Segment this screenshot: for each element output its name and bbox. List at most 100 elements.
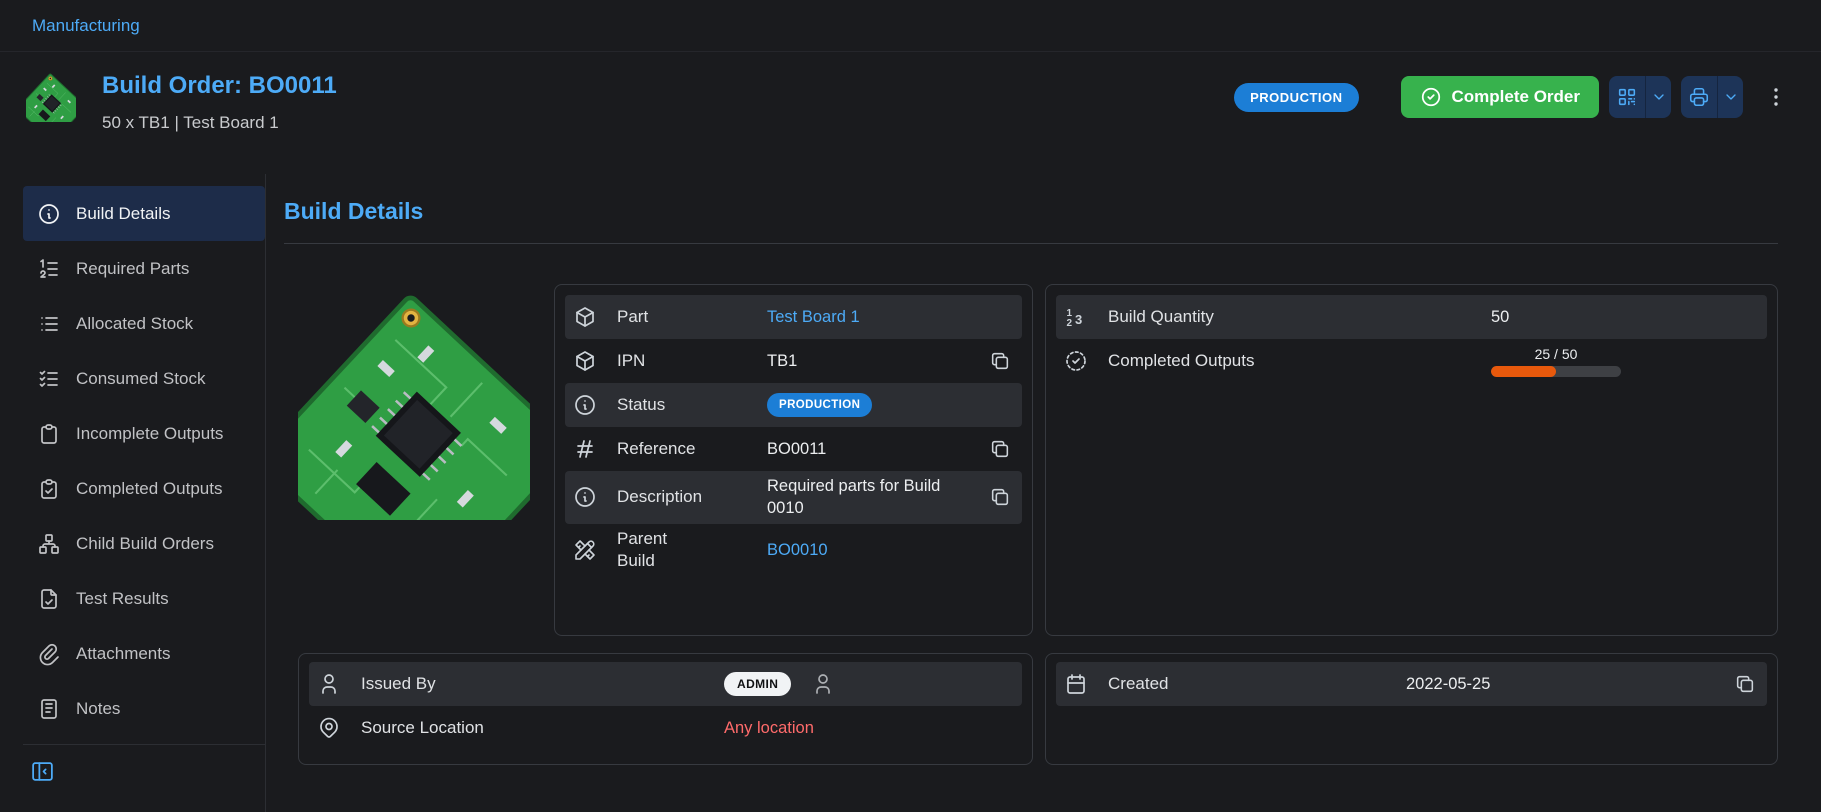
sidebar-item-child-build-orders[interactable]: Child Build Orders — [23, 516, 265, 571]
clipboard-icon — [37, 422, 61, 446]
calendar-icon — [1064, 672, 1088, 696]
part-image[interactable] — [298, 288, 530, 520]
sidebar-item-label: Completed Outputs — [76, 479, 222, 499]
detail-row-build-quantity: Build Quantity 50 — [1056, 295, 1767, 339]
part-details-section: Part Test Board 1 IPN TB1 Status PRODUCT… — [298, 284, 1033, 636]
completed-outputs-progress: 25 / 50 — [1491, 346, 1621, 377]
detail-label: Build Quantity — [1108, 306, 1473, 329]
sidebar-item-label: Test Results — [76, 589, 169, 609]
qr-code-button[interactable] — [1609, 76, 1645, 118]
part-details-panel: Part Test Board 1 IPN TB1 Status PRODUCT… — [554, 284, 1033, 636]
status-badge: PRODUCTION — [1234, 83, 1358, 112]
detail-label: IPN — [617, 350, 749, 373]
info-circle-icon — [573, 485, 597, 509]
detail-row-parent-build: Parent Build BO0010 — [565, 524, 1022, 578]
info-circle-icon — [37, 202, 61, 226]
detail-row-part: Part Test Board 1 — [565, 295, 1022, 339]
print-button[interactable] — [1681, 76, 1717, 118]
sidebar-item-attachments[interactable]: Attachments — [23, 626, 265, 681]
breadcrumb-link-manufacturing[interactable]: Manufacturing — [32, 16, 140, 36]
copy-icon — [989, 486, 1011, 508]
copy-button[interactable] — [1731, 670, 1759, 698]
detail-value: 50 — [1491, 306, 1705, 328]
detail-row-reference: Reference BO0011 — [565, 427, 1022, 471]
detail-label: Reference — [617, 438, 749, 461]
copy-button[interactable] — [986, 435, 1014, 463]
overflow-menu-button[interactable] — [1763, 76, 1789, 118]
paperclip-icon — [37, 642, 61, 666]
print-dropdown-button[interactable] — [1717, 76, 1743, 118]
sitemap-icon — [37, 532, 61, 556]
box-icon — [573, 305, 597, 329]
copy-icon — [989, 350, 1011, 372]
detail-row-description: Description Required parts for Build 001… — [565, 471, 1022, 524]
dots-vertical-icon — [1764, 85, 1788, 109]
complete-order-button[interactable]: Complete Order — [1401, 76, 1599, 118]
parent-build-link[interactable]: BO0010 — [767, 539, 960, 561]
printer-icon — [1688, 86, 1710, 108]
created-value: 2022-05-25 — [1406, 673, 1705, 695]
detail-row-created: Created 2022-05-25 — [1056, 662, 1767, 706]
sidebar-item-label: Consumed Stock — [76, 369, 205, 389]
sidebar-item-incomplete-outputs[interactable]: Incomplete Outputs — [23, 406, 265, 461]
sidebar-item-consumed-stock[interactable]: Consumed Stock — [23, 351, 265, 406]
detail-value: TB1 — [767, 350, 960, 372]
detail-row-completed-outputs: Completed Outputs 25 / 50 — [1056, 339, 1767, 383]
progress-label: 25 / 50 — [1491, 346, 1621, 362]
qr-dropdown-button[interactable] — [1645, 76, 1671, 118]
page-header: Build Order: BO0011 50 x TB1 | Test Boar… — [0, 52, 1821, 174]
sidebar-item-label: Build Details — [76, 204, 171, 224]
pcb-thumbnail-image — [26, 72, 76, 122]
sidebar-item-label: Allocated Stock — [76, 314, 193, 334]
quantity-panel: Build Quantity 50 Completed Outputs 25 /… — [1045, 284, 1778, 636]
clipboard-check-icon — [37, 477, 61, 501]
copy-icon — [989, 438, 1011, 460]
detail-label: Completed Outputs — [1108, 350, 1473, 373]
copy-icon — [1734, 673, 1756, 695]
tools-icon — [573, 538, 597, 562]
build-thumbnail[interactable] — [26, 72, 76, 122]
list-icon — [37, 312, 61, 336]
issued-by-value: ADMIN — [724, 672, 960, 696]
pcb-image — [298, 288, 530, 520]
status-badge: PRODUCTION — [767, 393, 872, 417]
sidebar-item-test-results[interactable]: Test Results — [23, 571, 265, 626]
complete-order-label: Complete Order — [1452, 87, 1580, 107]
sidebar-item-required-parts[interactable]: Required Parts — [23, 241, 265, 296]
sidebar-item-build-details[interactable]: Build Details — [23, 186, 265, 241]
sidebar-item-notes[interactable]: Notes — [23, 681, 265, 736]
hash-icon — [573, 437, 597, 461]
detail-row-issued-by: Issued By ADMIN — [309, 662, 1022, 706]
sidebar-item-completed-outputs[interactable]: Completed Outputs — [23, 461, 265, 516]
list-check-icon — [37, 367, 61, 391]
detail-label: Part — [617, 306, 749, 329]
part-link[interactable]: Test Board 1 — [767, 306, 960, 328]
circle-check-icon — [1420, 86, 1442, 108]
sidebar: Build Details Required Parts Allocated S… — [0, 174, 266, 812]
build-details-grid: Part Test Board 1 IPN TB1 Status PRODUCT… — [298, 284, 1778, 765]
detail-row-status: Status PRODUCTION — [565, 383, 1022, 427]
notes-icon — [37, 697, 61, 721]
report-icon — [37, 587, 61, 611]
box-icon — [573, 349, 597, 373]
copy-button[interactable] — [986, 347, 1014, 375]
collapse-sidebar-button[interactable] — [25, 754, 59, 788]
header-actions: PRODUCTION Complete Order — [1234, 76, 1789, 118]
section-heading: Build Details — [284, 198, 1778, 225]
user-icon — [811, 672, 835, 696]
main-content: Build Details Part Test Board 1 — [266, 174, 1821, 812]
copy-button[interactable] — [986, 483, 1014, 511]
detail-label: Source Location — [361, 717, 706, 740]
page-subtitle: 50 x TB1 | Test Board 1 — [102, 113, 337, 133]
issue-panel: Issued By ADMIN Source Location Any loca… — [298, 653, 1033, 765]
chevron-down-icon — [1651, 89, 1667, 105]
sidebar-footer — [23, 744, 265, 788]
sidebar-item-label: Child Build Orders — [76, 534, 214, 554]
qr-code-icon — [1616, 86, 1638, 108]
sidebar-item-allocated-stock[interactable]: Allocated Stock — [23, 296, 265, 351]
sidebar-item-label: Incomplete Outputs — [76, 424, 223, 444]
sidebar-item-label: Attachments — [76, 644, 171, 664]
detail-label: Description — [617, 486, 749, 509]
sidebar-collapse-icon — [30, 759, 55, 784]
detail-row-ipn: IPN TB1 — [565, 339, 1022, 383]
